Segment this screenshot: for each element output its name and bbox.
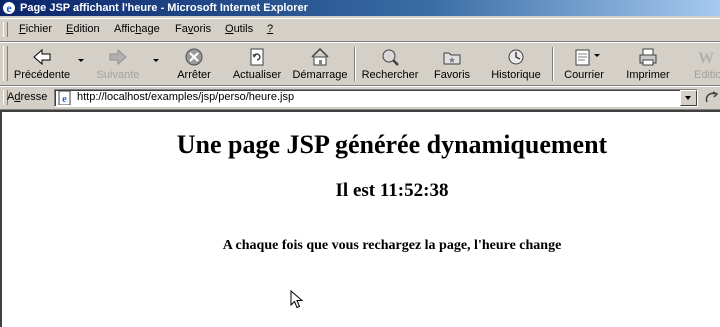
title-bar[interactable]: e Page JSP affichant l'heure - Microsoft… [0,0,720,16]
back-dropdown-icon[interactable] [78,59,84,62]
history-button[interactable]: Historique [486,45,546,83]
forward-arrow-icon [109,48,127,66]
home-button[interactable]: Démarrage [290,45,350,83]
menu-favoris-post: oris [193,23,212,35]
toolbar-separator [552,47,554,81]
menu-affichage-post: age [141,23,160,35]
back-label: Précédente [13,69,71,81]
address-input[interactable] [77,91,667,103]
forward-label: Suivante [96,69,140,81]
mail-dropdown-icon[interactable] [594,54,600,57]
page-viewport[interactable]: Une page JSP générée dynamiquement Il es… [0,110,720,327]
menubar-grip[interactable] [3,22,8,37]
address-label-post: resse [20,91,48,103]
search-label: Rechercher [361,69,419,81]
history-label: Historique [491,69,541,81]
address-bar: Adresse e [0,86,720,110]
refresh-label: Actualiser [232,69,282,81]
search-globe-icon [382,49,399,66]
address-dropdown-button[interactable] [680,90,697,106]
menu-outils[interactable]: Outils [225,23,253,35]
reload-note: A chaque fois que vous rechargez la page… [222,238,562,253]
address-label: Adresse [7,91,47,103]
ie-page-icon: e [58,91,71,105]
standard-toolbar: Précédente Suivante Arrêter Actualiser D… [0,42,720,86]
stop-icon [185,48,203,66]
print-button[interactable]: Imprimer [622,45,674,83]
menu-fichier[interactable]: Fichier [19,23,52,35]
mouse-cursor-icon [290,290,304,309]
home-icon [311,47,329,66]
svg-text:e: e [62,94,67,105]
menu-favoris[interactable]: Favoris [175,23,211,35]
refresh-button[interactable]: Actualiser [226,45,288,83]
menu-affichage[interactable]: Affichage [114,23,160,35]
menu-fichier-post: ichier [25,23,53,35]
forward-button[interactable]: Suivante [90,45,146,83]
window-title: Page JSP affichant l'heure - Microsoft I… [20,2,308,14]
printer-icon [639,48,657,66]
mail-button[interactable]: Courrier [558,45,610,83]
edit-button[interactable]: W Editio [688,45,720,83]
menu-bar: Fichier Edition Affichage Favoris Outils… [0,18,720,42]
menu-help-accel: ? [267,23,274,35]
refresh-icon [250,48,264,66]
home-label: Démarrage [292,69,348,81]
history-clock-icon [508,49,524,65]
svg-text:W: W [698,50,714,67]
menu-outils-post: utils [233,23,254,35]
stop-button[interactable]: Arrêter [166,45,222,83]
svg-text:e: e [6,1,12,15]
address-field[interactable]: e [54,89,698,107]
go-arrow-icon[interactable] [703,90,719,106]
back-button[interactable]: Précédente [8,45,76,83]
menu-edition[interactable]: Edition [66,23,100,35]
favorites-folder-icon [443,52,461,65]
edit-icon: W [698,50,714,67]
menu-favoris-pre: Fa [175,23,188,35]
menu-affichage-pre: Affic [114,23,136,35]
favorites-button[interactable]: Favoris [426,45,478,83]
search-button[interactable]: Rechercher [358,45,422,83]
menu-edition-post: dition [73,23,100,35]
toolbar-separator [354,47,356,81]
stop-label: Arrêter [177,69,211,81]
page-heading: Une page JSP générée dynamiquement [176,130,608,159]
back-arrow-icon [33,48,51,66]
menu-outils-accel: O [225,23,234,35]
print-label: Imprimer [626,69,670,81]
edit-label: Editio [694,69,720,81]
current-time: Il est 11:52:38 [335,180,449,201]
forward-dropdown-icon[interactable] [153,59,159,62]
ie-logo-icon: e [3,1,15,15]
menu-help[interactable]: ? [267,23,273,35]
menu-fichier-accel: F [19,23,26,35]
mail-label: Courrier [564,69,604,81]
mail-icon [575,49,590,66]
favorites-label: Favoris [433,69,471,81]
